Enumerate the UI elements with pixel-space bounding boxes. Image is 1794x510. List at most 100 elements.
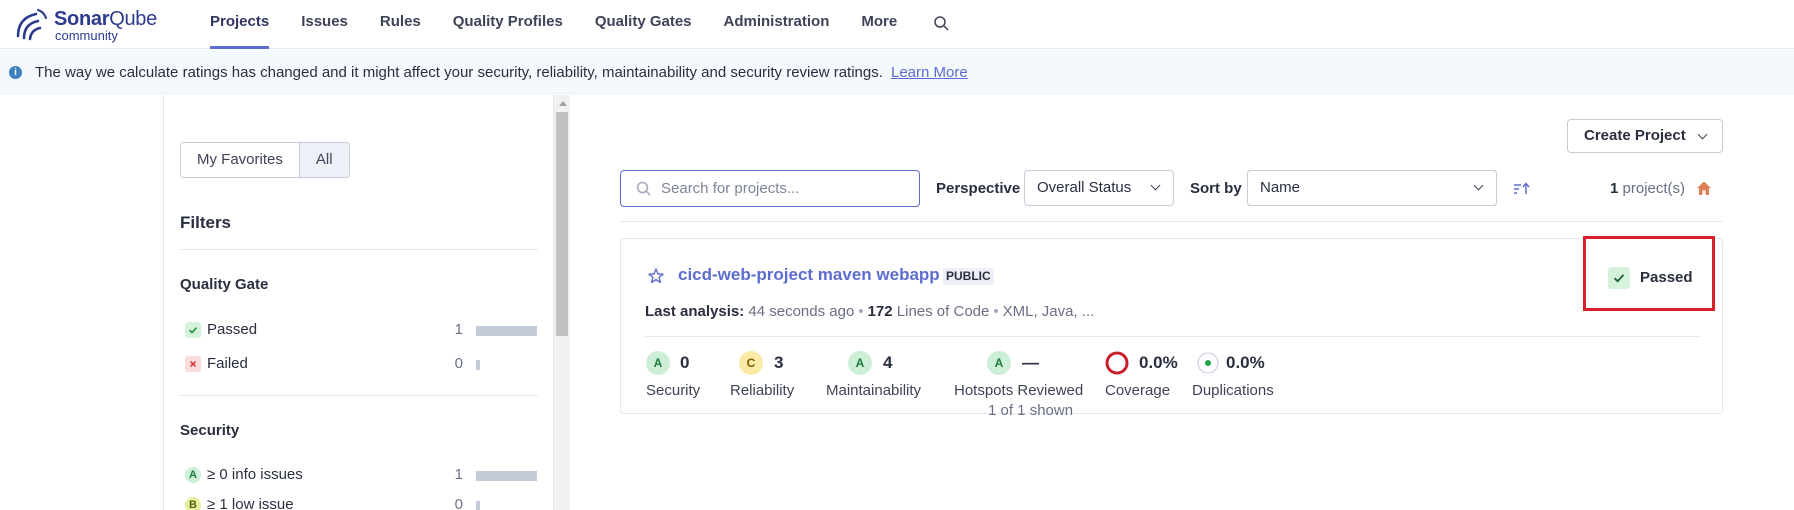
separator-dot: • [993,303,999,320]
separator-dot: • [858,303,864,320]
sort-by-select[interactable]: Name [1247,170,1497,206]
project-card: cicd-web-project maven webapp PUBLIC Pas… [620,238,1723,414]
sonarqube-waves-icon [16,8,48,41]
filter-bar [476,360,480,370]
visibility-badge: PUBLIC [943,268,994,285]
filters-sidebar: My Favorites All Filters Quality Gate Pa… [163,95,554,510]
sonarqube-logo[interactable]: SonarQube community [14,5,174,43]
search-icon [636,181,651,196]
filter-quality-gate-failed[interactable]: Failed 0 [185,353,535,375]
sort-by-value: Name [1260,179,1301,196]
duplications-ring-icon [1197,352,1219,374]
scroll-thumb[interactable] [556,112,568,336]
chevron-down-icon [1473,180,1484,191]
quality-gate-filter-title: Quality Gate [180,276,269,293]
banner-message: The way we calculate ratings has changed… [35,64,883,81]
scroll-up-arrow-icon[interactable] [559,101,567,106]
divider [620,221,1723,222]
nav-quality-gates[interactable]: Quality Gates [595,0,708,49]
filter-label: Passed [207,321,258,338]
info-icon: i [9,66,22,79]
favorite-star-icon[interactable] [647,267,665,285]
filter-label: ≥ 0 info issues [207,466,303,483]
nav-projects[interactable]: Projects [210,0,285,49]
create-project-label: Create Project [1584,127,1686,144]
home-icon[interactable] [1695,179,1713,197]
logo-word-sonar: Sonar [54,8,110,30]
perspective-label: Perspective [936,180,1021,197]
learn-more-link[interactable]: Learn More [891,64,968,81]
filter-count: 1 [454,321,463,338]
sort-by-label: Sort by [1190,180,1242,197]
rating-a-badge: A [987,351,1011,375]
filter-count: 0 [454,496,463,510]
highlight-box [1583,236,1715,311]
search-input[interactable] [661,171,911,206]
filter-count: 1 [454,466,463,483]
loc-label: Lines of Code [896,303,990,320]
filters-title: Filters [180,213,232,232]
metric-value: 4 [883,353,893,372]
metric-label: Hotspots Reviewed [954,382,1084,399]
last-analysis-label: Last analysis: [645,303,745,320]
rating-c-badge: C [739,351,763,375]
logo-word-qube: Qube [109,8,157,30]
rating-b-badge: B [185,497,201,510]
project-meta: Last analysis: 44 seconds ago • 172 Lines … [645,303,1094,320]
metric-value: 0.0% [1226,353,1265,372]
project-count-number: 1 [1610,180,1619,197]
chevron-down-icon [1697,129,1708,140]
rating-a-badge: A [185,467,201,483]
top-navigation-bar: SonarQube community Projects Issues Rule… [0,0,1794,49]
metric-value: — [1022,353,1039,372]
filter-bar [476,501,480,510]
nav-quality-profiles[interactable]: Quality Profiles [453,0,579,49]
search-icon[interactable] [930,12,954,36]
filter-bar [476,471,537,481]
sort-direction-icon[interactable] [1512,180,1532,198]
ratings-info-banner: i The way we calculate ratings has chang… [0,50,1794,94]
rating-a-badge: A [848,351,872,375]
nav-more[interactable]: More [861,0,913,49]
coverage-ring-icon [1105,351,1129,375]
filter-label: ≥ 1 low issue [207,496,294,510]
metric-label: Duplications [1192,382,1274,399]
metric-label: Maintainability [826,382,922,399]
filter-label: Failed [207,355,248,372]
main-nav: Projects Issues Rules Quality Profiles Q… [210,0,929,49]
filter-quality-gate-passed[interactable]: Passed 1 [185,319,537,341]
metric-label: Security [646,382,701,399]
x-icon [185,356,201,372]
languages: XML, Java, ... [1002,303,1095,320]
nav-rules[interactable]: Rules [380,0,437,49]
filter-security-b[interactable]: B ≥ 1 low issue 0 [185,494,535,510]
nav-issues[interactable]: Issues [301,0,364,49]
check-icon [185,322,201,338]
divider [180,249,538,250]
shown-count: 1 of 1 shown [988,402,1074,419]
perspective-value: Overall Status [1037,179,1132,196]
all-button[interactable]: All [298,143,349,177]
perspective-select[interactable]: Overall Status [1024,170,1174,206]
filter-security-a[interactable]: A ≥ 0 info issues 1 [185,464,537,486]
filter-bar [476,326,537,336]
logo-edition: community [55,28,118,43]
my-favorites-button[interactable]: My Favorites [181,143,299,177]
project-count-suffix: project(s) [1622,180,1686,197]
loc-value: 172 [867,303,893,320]
sidebar-scrollbar[interactable] [554,95,570,510]
metric-label: Reliability [730,382,795,399]
last-analysis-value: 44 seconds ago [748,303,855,320]
security-filter-title: Security [180,422,240,439]
metric-value: 0.0% [1139,353,1178,372]
favorites-toggle: My Favorites All [180,142,350,178]
metric-value: 0 [680,353,690,372]
divider [645,336,1701,337]
project-search-field[interactable] [620,170,920,207]
nav-administration[interactable]: Administration [724,0,846,49]
create-project-button[interactable]: Create Project [1567,119,1723,153]
rating-a-badge: A [646,351,670,375]
divider [180,395,538,396]
project-name-link[interactable]: cicd-web-project maven webapp [678,265,940,285]
filter-count: 0 [454,355,463,372]
